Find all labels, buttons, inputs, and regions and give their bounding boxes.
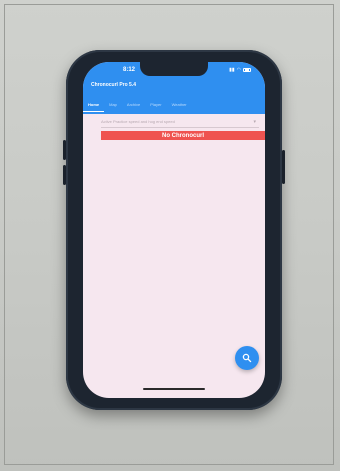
- home-indicator[interactable]: [143, 388, 205, 390]
- search-fab-button[interactable]: [235, 346, 259, 370]
- volume-button: [63, 140, 66, 160]
- tab-home[interactable]: Home: [83, 98, 105, 112]
- photo-scene: 8:12 ▮▮ ◠ Chronocurl Pro 5.4 Home Map Ar…: [0, 0, 340, 471]
- app-bar: 8:12 ▮▮ ◠ Chronocurl Pro 5.4 Home Map Ar…: [83, 62, 265, 114]
- camera-notch: [140, 62, 208, 76]
- tab-weather[interactable]: Weather: [167, 98, 192, 112]
- phone-screen: 8:12 ▮▮ ◠ Chronocurl Pro 5.4 Home Map Ar…: [83, 62, 265, 398]
- signal-icon: ▮▮: [229, 67, 235, 73]
- status-banner: No Chronocurl: [101, 131, 265, 140]
- tab-map[interactable]: Map: [104, 98, 122, 112]
- app-title: Chronocurl Pro 5.4: [91, 82, 137, 88]
- mode-dropdown[interactable]: Active Practice speed and hog end speed …: [101, 116, 259, 128]
- tab-archive[interactable]: Archive: [122, 98, 145, 112]
- status-time: 8:12: [123, 67, 136, 73]
- mode-dropdown-value: Active Practice speed and hog end speed: [101, 119, 175, 124]
- volume-button: [63, 165, 66, 185]
- tab-player[interactable]: Player: [145, 98, 166, 112]
- tab-bar: Home Map Archive Player Weather: [83, 98, 265, 112]
- status-icons: ▮▮ ◠: [229, 67, 251, 73]
- search-icon: [242, 353, 252, 363]
- power-button: [282, 150, 285, 184]
- battery-icon: [243, 68, 251, 72]
- chevron-down-icon: ▾: [253, 118, 256, 125]
- wifi-icon: ◠: [236, 67, 241, 73]
